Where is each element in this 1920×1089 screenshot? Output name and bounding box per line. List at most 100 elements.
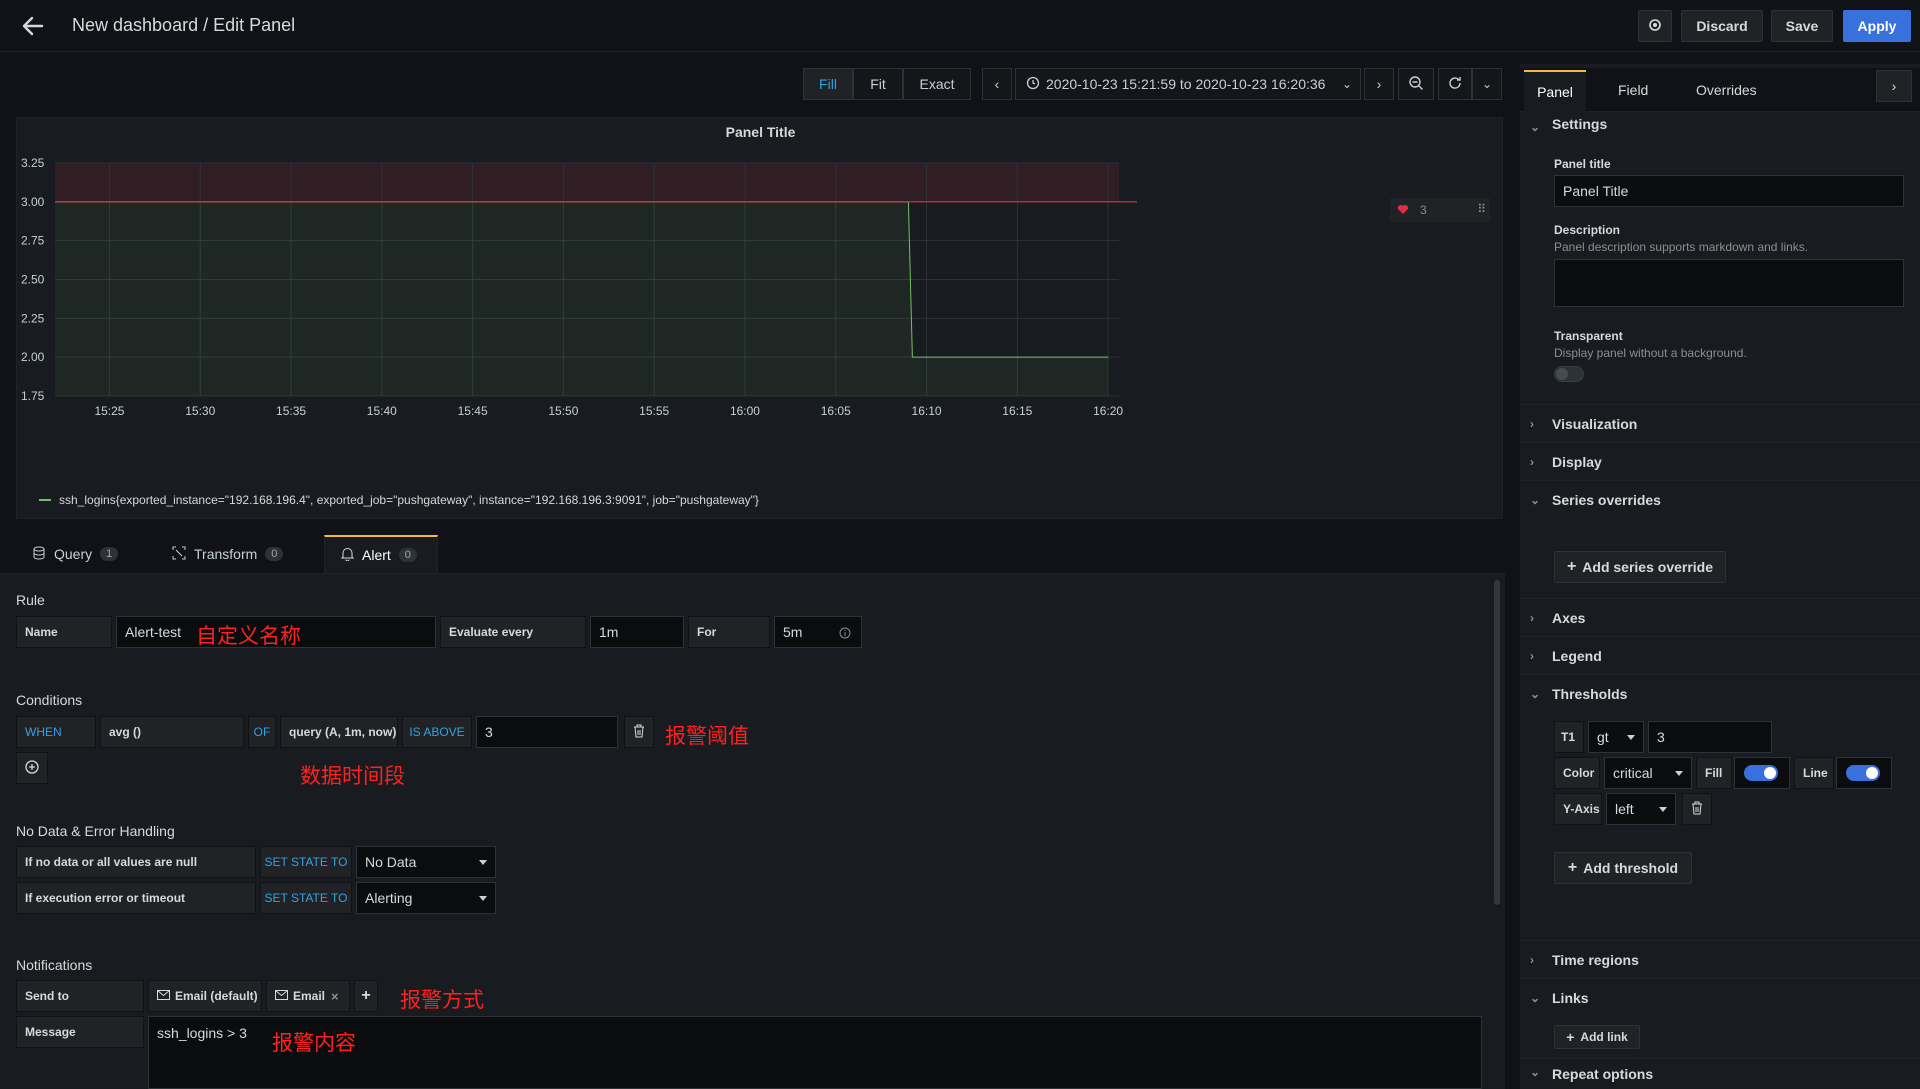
threshold-op-value: gt xyxy=(1597,729,1609,745)
bell-icon xyxy=(340,547,355,564)
chevron-down-icon: ⌄ xyxy=(1481,77,1493,91)
add-series-override-button[interactable]: + Add series override xyxy=(1554,551,1726,583)
tab-field[interactable]: Field xyxy=(1618,82,1648,98)
info-icon[interactable] xyxy=(839,626,851,642)
display-section[interactable]: › Display xyxy=(1520,443,1920,481)
nodata-set-state: SET STATE TO xyxy=(260,846,352,878)
description-textarea[interactable] xyxy=(1554,259,1904,307)
refresh-interval-dropdown[interactable]: ⌄ xyxy=(1472,68,1502,100)
repeat-options-section[interactable]: ⌄ Repeat options xyxy=(1520,1059,1920,1089)
panel-title-input[interactable]: Panel Title xyxy=(1554,175,1904,207)
save-button[interactable]: Save xyxy=(1771,10,1833,42)
links-title: Links xyxy=(1552,990,1589,1006)
tab-panel[interactable]: Panel xyxy=(1524,70,1586,112)
zoom-out-button[interactable] xyxy=(1398,68,1434,100)
settings-section-header[interactable]: ⌄ Settings xyxy=(1520,116,1920,142)
chevron-right-icon: › xyxy=(1891,78,1897,94)
chevron-down-icon: ⌄ xyxy=(1530,120,1541,134)
refresh-button[interactable] xyxy=(1438,68,1472,100)
threshold-value-field[interactable]: 3 xyxy=(1648,721,1772,753)
reducer-select[interactable]: avg () xyxy=(100,716,244,748)
x-tick-label: 15:35 xyxy=(276,404,306,418)
x-tick-label: 15:25 xyxy=(94,404,124,418)
name-input-value: Alert-test xyxy=(125,624,182,640)
threshold-color-select[interactable]: critical xyxy=(1604,757,1692,789)
axes-section[interactable]: › Axes xyxy=(1520,599,1920,637)
add-threshold-button[interactable]: + Add threshold xyxy=(1554,852,1692,884)
yaxis-value: left xyxy=(1615,801,1634,817)
time-forward-button[interactable]: › xyxy=(1364,68,1394,100)
threshold-region xyxy=(55,163,1119,202)
threshold-value-input[interactable]: 3 xyxy=(476,716,618,748)
apply-button[interactable]: Apply xyxy=(1843,10,1911,42)
gear-icon xyxy=(1647,17,1663,36)
time-back-button[interactable]: ‹ xyxy=(982,68,1012,100)
legend-section[interactable]: › Legend xyxy=(1520,637,1920,675)
conditions-section-title: Conditions xyxy=(16,692,83,708)
time-regions-section[interactable]: › Time regions xyxy=(1520,941,1920,979)
tab-overrides[interactable]: Overrides xyxy=(1696,82,1757,98)
threshold-handle-value: 3 xyxy=(1420,203,1427,217)
threshold-op-select[interactable]: gt xyxy=(1588,721,1644,753)
links-section[interactable]: ⌄ Links xyxy=(1520,979,1920,1017)
tab-query[interactable]: Query 1 xyxy=(32,535,119,573)
repeat-options-title: Repeat options xyxy=(1552,1066,1654,1082)
exact-button[interactable]: Exact xyxy=(903,68,971,100)
threshold-handle[interactable]: 3 ⠿ xyxy=(1390,198,1490,222)
chevron-right-icon: › xyxy=(1530,455,1534,469)
fill-button[interactable]: Fill xyxy=(803,68,853,100)
line-toggle[interactable] xyxy=(1846,765,1880,781)
x-tick-label: 15:30 xyxy=(185,404,215,418)
time-range-picker[interactable]: 2020-10-23 15:21:59 to 2020-10-23 16:20:… xyxy=(1015,68,1361,100)
delete-condition-button[interactable] xyxy=(624,716,654,748)
settings-button[interactable] xyxy=(1638,10,1672,42)
transparent-toggle[interactable] xyxy=(1554,366,1584,382)
series-area xyxy=(55,201,1109,396)
thresholds-section[interactable]: ⌄ Thresholds xyxy=(1520,675,1920,713)
y-tick-label: 3.00 xyxy=(21,195,45,209)
collapse-pane-button[interactable]: › xyxy=(1876,70,1912,102)
page-title: New dashboard / Edit Panel xyxy=(72,15,296,35)
threshold-color-value: critical xyxy=(1613,765,1653,781)
query-select[interactable]: query (A, 1m, now) xyxy=(280,716,398,748)
tab-alert[interactable]: Alert 0 xyxy=(324,535,438,573)
series-overrides-section[interactable]: ⌄ Series overrides xyxy=(1520,481,1920,519)
add-link-button[interactable]: + Add link xyxy=(1554,1025,1640,1049)
tab-query-label: Query xyxy=(54,546,93,562)
zoom-out-icon xyxy=(1408,75,1424,94)
fit-button[interactable]: Fit xyxy=(853,68,903,100)
discard-button[interactable]: Discard xyxy=(1681,10,1763,42)
fill-toggle[interactable] xyxy=(1744,765,1778,781)
chevron-down-icon: ⌄ xyxy=(1530,1065,1541,1079)
error-label: If execution error or timeout xyxy=(16,882,256,914)
tab-transform-count: 0 xyxy=(265,547,284,561)
evaluate-label: Evaluate every xyxy=(440,616,586,648)
yaxis-select[interactable]: left xyxy=(1606,793,1676,825)
notification-chip-email[interactable]: Email × xyxy=(266,980,350,1012)
evaluate-input[interactable]: 1m xyxy=(590,616,684,648)
description-label: Description xyxy=(1554,223,1621,237)
x-tick-label: 16:10 xyxy=(912,404,942,418)
plus-icon: + xyxy=(1566,558,1577,575)
chevron-right-icon: › xyxy=(1530,611,1534,625)
add-notification-button[interactable]: + xyxy=(354,980,378,1012)
legend-item[interactable]: ssh_logins{exported_instance="192.168.19… xyxy=(39,493,759,507)
nodata-state-select[interactable]: No Data xyxy=(356,846,496,878)
refresh-icon xyxy=(1447,75,1463,94)
tab-transform[interactable]: Transform 0 xyxy=(172,535,284,573)
error-set-state: SET STATE TO xyxy=(260,882,352,914)
close-icon[interactable]: × xyxy=(331,989,339,1004)
delete-threshold-button[interactable] xyxy=(1682,793,1712,825)
caret-down-icon xyxy=(479,896,487,901)
drag-handle-icon[interactable]: ⠿ xyxy=(1477,202,1486,216)
back-arrow-icon[interactable] xyxy=(20,14,46,38)
visualization-section[interactable]: › Visualization xyxy=(1520,405,1920,443)
plus-icon: + xyxy=(1567,859,1578,876)
add-series-override-label: Add series override xyxy=(1582,559,1714,575)
for-input[interactable]: 5m xyxy=(774,616,862,648)
add-condition-button[interactable] xyxy=(16,752,48,784)
evaluator-select[interactable]: IS ABOVE xyxy=(402,716,472,748)
editor-scrollbar[interactable] xyxy=(1494,580,1500,905)
error-state-select[interactable]: Alerting xyxy=(356,882,496,914)
notification-chip-email-default[interactable]: Email (default) xyxy=(148,980,262,1012)
